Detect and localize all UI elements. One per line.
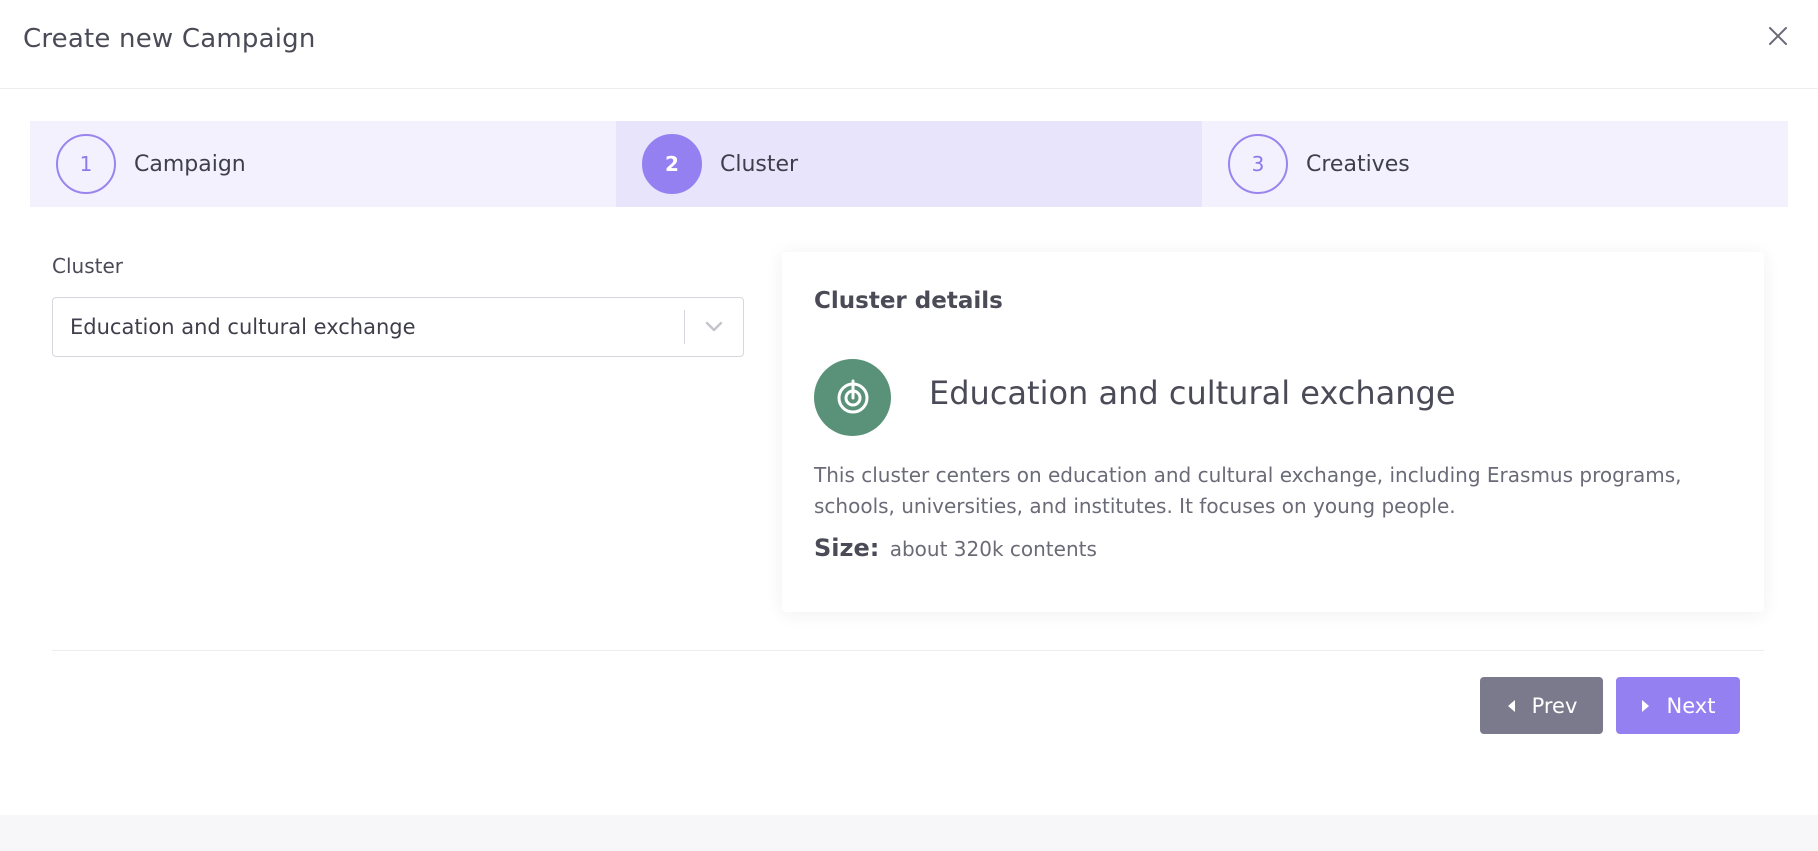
cluster-size: Size: about 320k contents	[814, 534, 1097, 562]
dropdown-toggle[interactable]	[685, 298, 743, 356]
cluster-select[interactable]: Education and cultural exchange	[52, 297, 744, 357]
step-campaign[interactable]: 1 Campaign	[30, 121, 616, 207]
caret-left-icon	[1506, 699, 1516, 713]
step-label: Creatives	[1306, 151, 1410, 177]
step-number: 3	[1228, 134, 1288, 194]
cluster-field-label: Cluster	[52, 254, 123, 278]
page-background	[0, 815, 1818, 851]
step-number: 2	[642, 134, 702, 194]
footer-divider	[52, 650, 1764, 651]
cluster-select-value: Education and cultural exchange	[70, 315, 416, 339]
step-label: Campaign	[134, 151, 246, 177]
close-button[interactable]	[1764, 22, 1792, 50]
step-creatives[interactable]: 3 Creatives	[1202, 121, 1788, 207]
prev-button[interactable]: Prev	[1480, 677, 1603, 734]
campaign-stepper: 1 Campaign 2 Cluster 3 Creatives	[30, 121, 1788, 207]
cluster-details-heading: Cluster details	[814, 288, 1003, 314]
close-icon	[1769, 27, 1787, 45]
modal-title: Create new Campaign	[23, 24, 316, 54]
size-value: about 320k contents	[889, 537, 1097, 561]
modal-header: Create new Campaign	[0, 0, 1818, 89]
step-cluster[interactable]: 2 Cluster	[616, 121, 1202, 207]
next-button-label: Next	[1666, 693, 1716, 718]
next-button[interactable]: Next	[1616, 677, 1740, 734]
cluster-name: Education and cultural exchange	[929, 374, 1456, 412]
cluster-icon-badge	[814, 359, 891, 436]
chevron-down-icon	[705, 321, 723, 332]
prev-button-label: Prev	[1531, 693, 1578, 718]
step-label: Cluster	[720, 151, 799, 177]
cluster-details-card: Cluster details Education and cultural e…	[782, 252, 1764, 612]
caret-right-icon	[1641, 699, 1651, 713]
create-campaign-modal: Create new Campaign 1 Campaign 2 Cluster…	[0, 0, 1818, 815]
step-number: 1	[56, 134, 116, 194]
cluster-target-icon	[837, 379, 868, 413]
size-label: Size:	[814, 534, 880, 562]
cluster-description: This cluster centers on education and cu…	[814, 463, 1682, 518]
